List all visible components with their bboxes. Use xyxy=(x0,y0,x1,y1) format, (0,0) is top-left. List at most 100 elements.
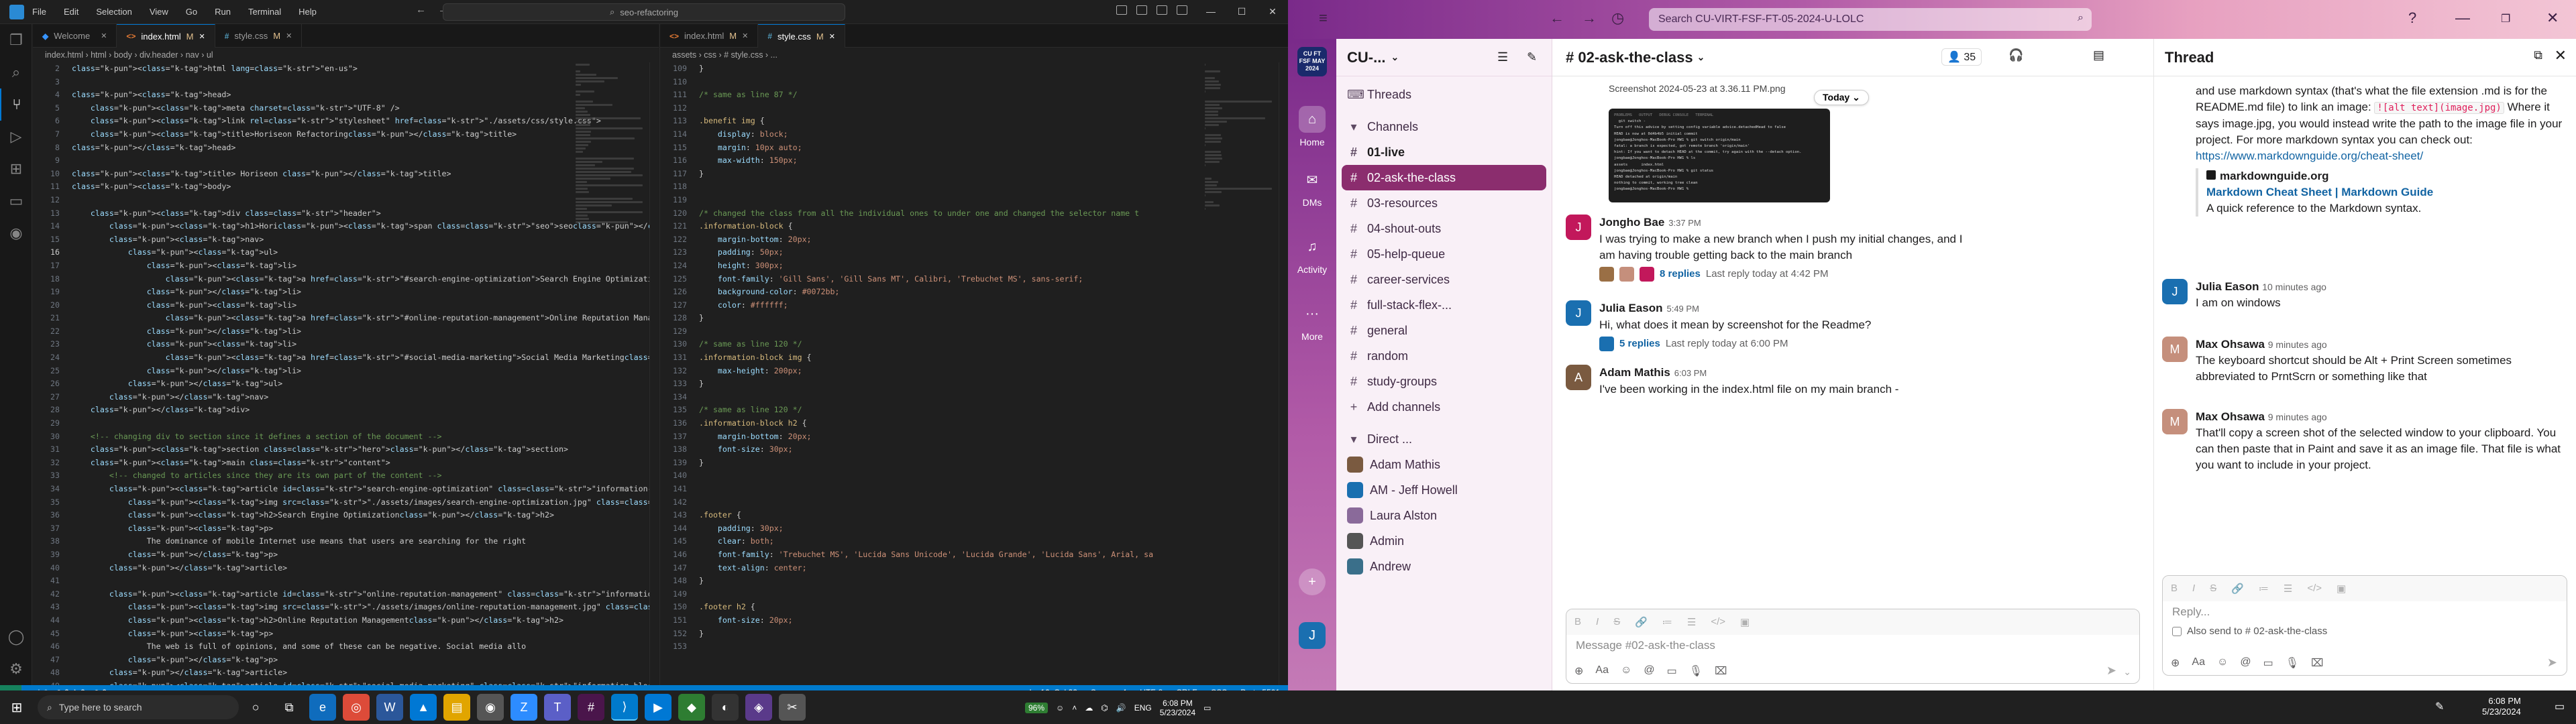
message[interactable]: J Julia Eason 5:49 PM Hi, what does it me… xyxy=(1566,300,2143,352)
code-line[interactable]: 48 class="k-pun"></class="k-tag">article… xyxy=(33,666,659,680)
breadcrumb-path[interactable]: index.html › html › body › div.header › … xyxy=(45,50,213,60)
code-block-icon[interactable]: ▣ xyxy=(1740,616,1750,628)
code-line[interactable]: 143 .footer { xyxy=(660,509,1288,522)
code-block-icon[interactable]: ▣ xyxy=(2337,583,2346,595)
close-tab-icon[interactable]: ✕ xyxy=(101,32,107,40)
maximize-button[interactable]: ☐ xyxy=(1226,0,1257,24)
menu-item-file[interactable]: File xyxy=(32,7,46,17)
microphone-icon[interactable]: 🎙 xyxy=(2286,656,2299,670)
code-line[interactable]: 140 xyxy=(660,469,1288,483)
channels-header[interactable]: ▾ Channels xyxy=(1336,114,1552,139)
toggle-panel-icon[interactable] xyxy=(1136,5,1147,15)
code-line[interactable]: 115 margin: 10px auto; xyxy=(660,141,1288,155)
sidebar-item-dm[interactable]: Laura Alston xyxy=(1336,503,1552,528)
code-line[interactable]: 2 class="k-pun"><class="k-tag">html lang=… xyxy=(33,62,659,76)
code-line[interactable]: 153 xyxy=(660,640,1288,654)
explorer-icon[interactable]: ❐ xyxy=(0,24,32,56)
reply-author[interactable]: Max Ohsawa xyxy=(2196,338,2265,351)
code-line[interactable]: 7 class="k-pun"><class="k-tag">title>Hor… xyxy=(33,128,659,141)
code-line[interactable]: 6 class="k-pun"><class="k-tag">link rel=… xyxy=(33,115,659,128)
bold-icon[interactable]: B xyxy=(1574,616,1581,628)
run-debug-icon[interactable]: ▷ xyxy=(0,121,32,153)
code-line[interactable]: 28 class="k-pun"></class="k-tag">div> xyxy=(33,404,659,417)
link-icon[interactable]: 🔗 xyxy=(1635,616,1648,628)
search-input[interactable]: Search CU-VIRT-FSF-FT-05-2024-U-LOLC ⌕ xyxy=(1649,8,2092,31)
popout-icon[interactable]: ⧉ xyxy=(2534,48,2542,62)
code-line[interactable]: 17 class="k-pun"><class="k-tag">li> xyxy=(33,259,659,273)
remote-explorer-icon[interactable]: ▭ xyxy=(0,185,32,217)
app-icon[interactable]: ◈ xyxy=(745,694,772,721)
code-line[interactable]: 141 xyxy=(660,483,1288,496)
code-line[interactable]: 34 class="k-pun"><class="k-tag">article … xyxy=(33,483,659,496)
code-line[interactable]: 129 xyxy=(660,325,1288,339)
close-button[interactable]: ✕ xyxy=(2546,9,2559,27)
pen-icon[interactable]: ✎ xyxy=(2435,700,2444,713)
rail-dms[interactable]: ✉ DMs xyxy=(1288,166,1336,208)
code-line[interactable]: 149 xyxy=(660,588,1288,601)
help-icon[interactable]: ? xyxy=(2408,9,2416,27)
microphone-icon[interactable]: 🎙 xyxy=(1689,664,1703,678)
source-control-icon[interactable]: ⑂ xyxy=(0,88,32,121)
code-line[interactable]: 124 height: 300px; xyxy=(660,259,1288,273)
sidebar-item-channel[interactable]: #01-live xyxy=(1336,139,1552,165)
notifications-icon[interactable]: ▭ xyxy=(2555,700,2565,713)
avatar[interactable]: A xyxy=(1566,365,1591,390)
strikethrough-icon[interactable]: S xyxy=(2210,583,2216,595)
windows-start-icon[interactable]: ⊞ xyxy=(3,694,30,721)
code-line[interactable]: 112 xyxy=(660,102,1288,115)
sidebar-item-dm[interactable]: Admin xyxy=(1336,528,1552,554)
code-line[interactable]: 11 class="k-pun"><class="k-tag">body> xyxy=(33,180,659,194)
code-line[interactable]: 9 xyxy=(33,154,659,168)
code-line[interactable]: 30 <!-- changing div to section since it… xyxy=(33,430,659,444)
rail-add[interactable]: + xyxy=(1288,568,1336,599)
code-line[interactable]: 110 xyxy=(660,76,1288,89)
add-channels-button[interactable]: + Add channels xyxy=(1336,394,1552,420)
code-line[interactable]: 150 .footer h2 { xyxy=(660,601,1288,614)
close-tab-icon[interactable]: ✕ xyxy=(286,32,292,40)
close-button[interactable]: ✕ xyxy=(1257,0,1288,24)
battery-indicator[interactable]: 96% xyxy=(1025,703,1049,713)
code-line[interactable]: 3 xyxy=(33,76,659,89)
link-preview[interactable]: markdownguide.org Markdown Cheat Sheet |… xyxy=(2196,168,2565,217)
editor-tab[interactable]: <> index.html M ✕ xyxy=(117,24,215,48)
code-line[interactable]: 132 max-height: 200px; xyxy=(660,365,1288,378)
sidebar-item-channel[interactable]: # career-services xyxy=(1336,267,1552,292)
code-line[interactable]: 21 class="k-pun"><class="k-tag">a href=c… xyxy=(33,312,659,325)
code-line[interactable]: 10 class="k-pun"><class="k-tag">title> Ho… xyxy=(33,168,659,181)
code-line[interactable]: 25 class="k-pun"></class="k-tag">li> xyxy=(33,365,659,378)
close-tab-icon[interactable]: ✕ xyxy=(742,32,748,40)
reply-author[interactable]: Julia Eason xyxy=(2196,280,2259,293)
thread-reply[interactable]: J Julia Eason 10 minutes ago I am on win… xyxy=(2162,279,2565,311)
code-line[interactable]: 133} xyxy=(660,377,1288,391)
cloud-icon[interactable]: ☁ xyxy=(1085,703,1093,713)
command-center[interactable]: ⌕ seo-refactoring xyxy=(443,3,845,21)
sidebar-item-channel[interactable]: # study-groups xyxy=(1336,369,1552,394)
menu-item-go[interactable]: Go xyxy=(186,7,197,17)
toggle-secondary-sidebar-icon[interactable] xyxy=(1157,5,1167,15)
code-icon[interactable]: </> xyxy=(2307,583,2322,595)
github-desktop-icon[interactable]: ◐ xyxy=(712,694,739,721)
code-line[interactable]: 29 xyxy=(33,417,659,430)
bulleted-list-icon[interactable]: ☰ xyxy=(1687,616,1696,628)
member-count-button[interactable]: 👤 35 xyxy=(1941,48,1982,66)
minimize-button[interactable]: — xyxy=(1195,0,1226,24)
strikethrough-icon[interactable]: S xyxy=(1613,616,1620,628)
reply-time[interactable]: 9 minutes ago xyxy=(2268,339,2327,350)
plus-icon[interactable]: ⊕ xyxy=(2171,656,2180,670)
task-view-icon[interactable]: ⧉ xyxy=(276,694,303,721)
sidebar-item-channel[interactable]: #05-help-queue xyxy=(1336,241,1552,267)
code-line[interactable]: 19 class="k-pun"></class="k-tag">li> xyxy=(33,286,659,299)
sidebar-toggle-icon[interactable]: ≡ xyxy=(1319,9,1328,27)
emoji-icon[interactable]: ☺ xyxy=(2217,656,2228,670)
file-explorer-icon[interactable]: ▤ xyxy=(443,694,470,721)
code-line[interactable]: 44 class="k-pun"><class="k-tag">h2>Onlin… xyxy=(33,614,659,627)
cortana-icon[interactable]: ○ xyxy=(242,694,269,721)
avatar[interactable]: J xyxy=(2162,279,2188,304)
code-line[interactable]: 12 xyxy=(33,194,659,207)
remote-indicator-icon[interactable]: ⌥ xyxy=(0,685,21,690)
code-line[interactable]: 35 class="k-pun"><class="k-tag">img src=… xyxy=(33,496,659,509)
attachment-caption[interactable]: Screenshot 2024-05-23 at 3.36.11 PM.png xyxy=(1609,83,1786,94)
minimap[interactable] xyxy=(576,62,649,685)
chevron-down-icon[interactable]: ⌄ xyxy=(2123,666,2131,678)
minimize-button[interactable]: — xyxy=(2455,9,2470,27)
